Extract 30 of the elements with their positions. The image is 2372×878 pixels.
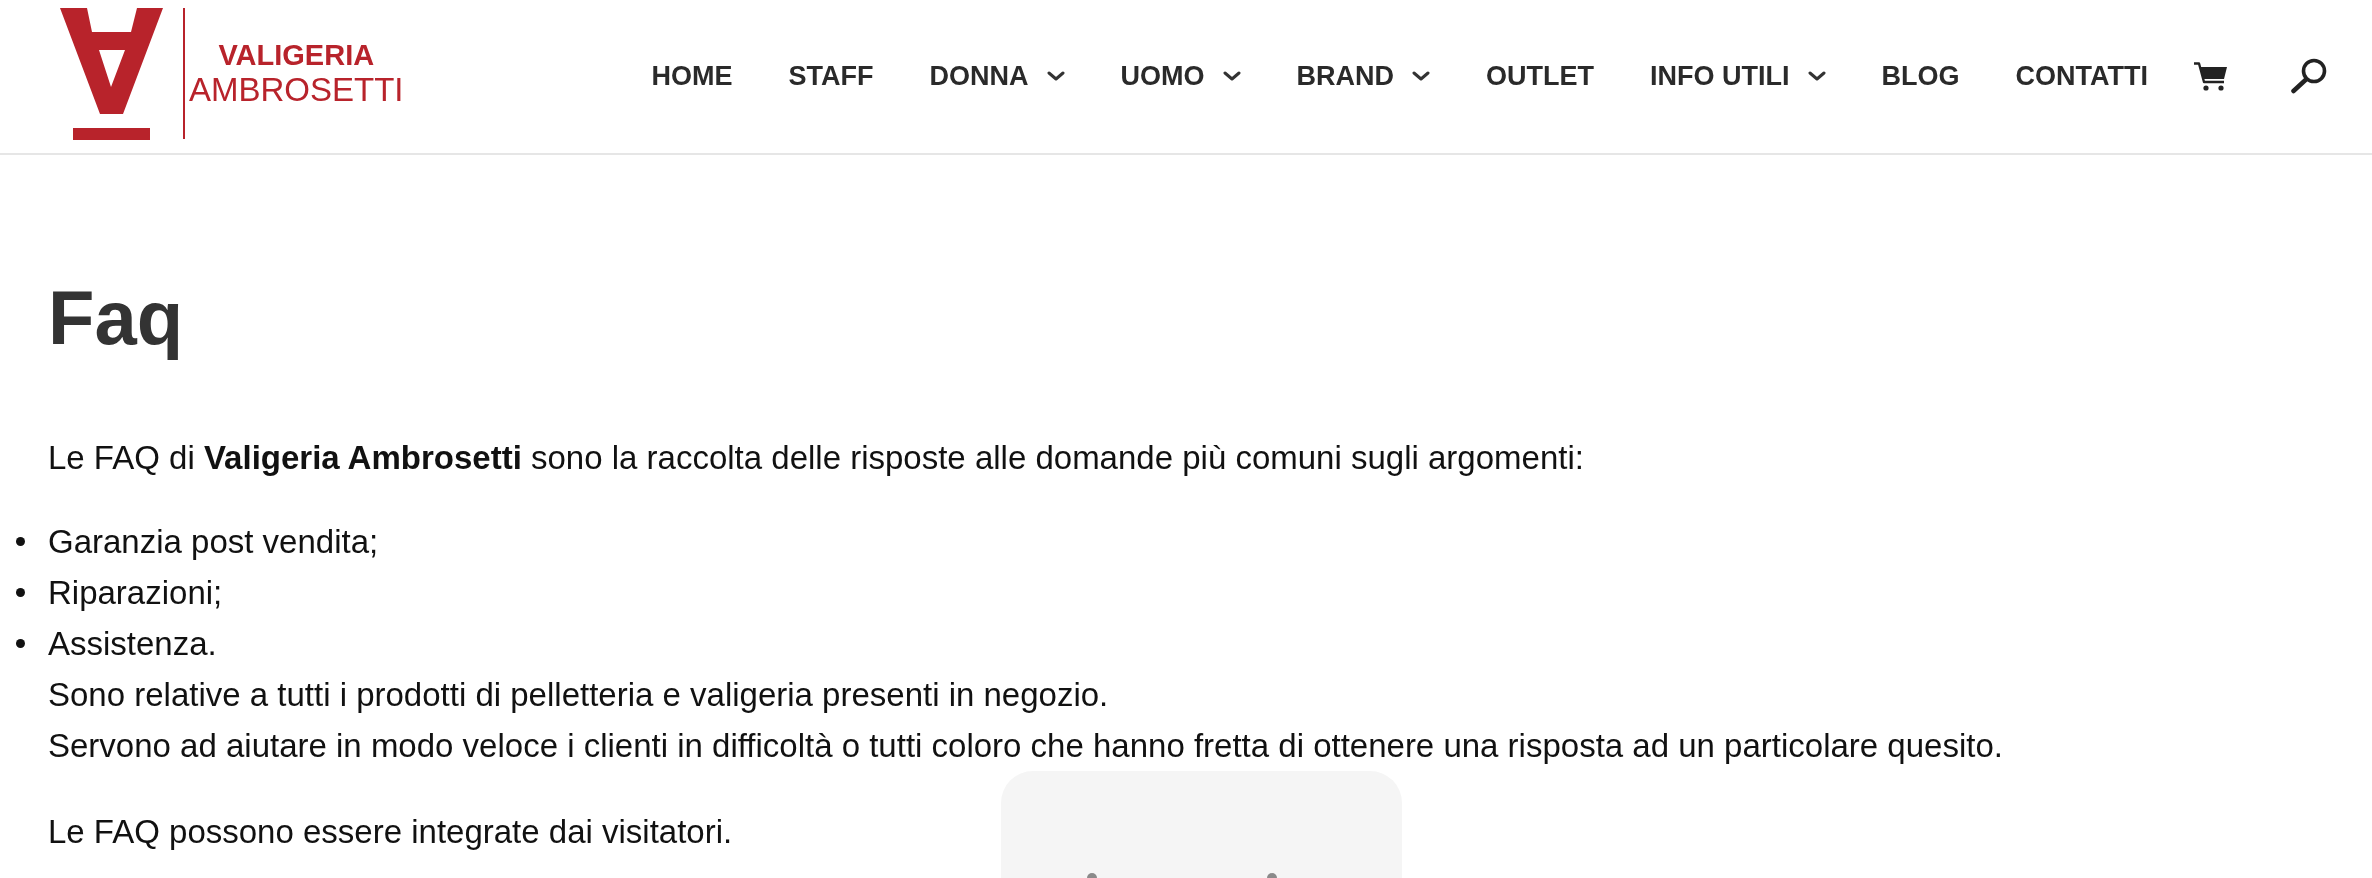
logo-subtitle: AMBROSETTI xyxy=(189,72,404,108)
nav-link[interactable]: CONTATTI xyxy=(2015,60,2148,92)
intro-paragraph: Le FAQ di Valigeria Ambrosetti sono la raccolta delle risposte alle domande più comuni sugli argomenti: xyxy=(48,438,1585,478)
caret-icon xyxy=(1807,71,1826,81)
bullet-icon xyxy=(16,537,25,546)
logo-icon xyxy=(60,8,163,140)
nav-link[interactable]: BLOG xyxy=(1881,60,1960,92)
logo-title: VALIGERIA xyxy=(218,39,375,72)
nav-link[interactable]: BRAND xyxy=(1296,60,1431,92)
nav-link[interactable]: DONNA xyxy=(929,60,1065,92)
nav-link[interactable]: UOMO xyxy=(1120,60,1241,92)
caret-icon xyxy=(1046,71,1065,81)
closing-paragraph: Le FAQ possono essere integrate dai visitatori. xyxy=(48,812,734,852)
nav-link[interactable]: INFO UTILI xyxy=(1650,60,1826,92)
nav-link[interactable]: OUTLET xyxy=(1486,60,1595,92)
list-item-text: Garanzia post vendita; xyxy=(48,522,379,562)
cart-icon xyxy=(2194,61,2227,91)
list-item-text: Riparazioni; xyxy=(48,573,223,613)
bullet-icon xyxy=(16,639,25,648)
search-icon xyxy=(2290,58,2327,94)
caret-icon xyxy=(1222,71,1241,81)
caret-icon xyxy=(1412,71,1431,81)
text-line: Sono relative a tutti i prodotti di pelletteria e valigeria presenti in negozio. xyxy=(48,675,1110,715)
cart-button[interactable] xyxy=(2194,61,2227,91)
nav-link[interactable]: HOME xyxy=(651,60,733,92)
nav-link[interactable]: STAFF xyxy=(788,60,874,92)
list-item-text: Assistenza. xyxy=(48,624,217,664)
text-line: Servono ad aiutare in modo veloce i clienti in difficoltà o tutti coloro che hanno fretta di ottenere una risposta ad un particolare quesito. xyxy=(48,726,2004,766)
bullet-icon xyxy=(16,588,25,597)
search-button[interactable] xyxy=(2290,58,2327,94)
